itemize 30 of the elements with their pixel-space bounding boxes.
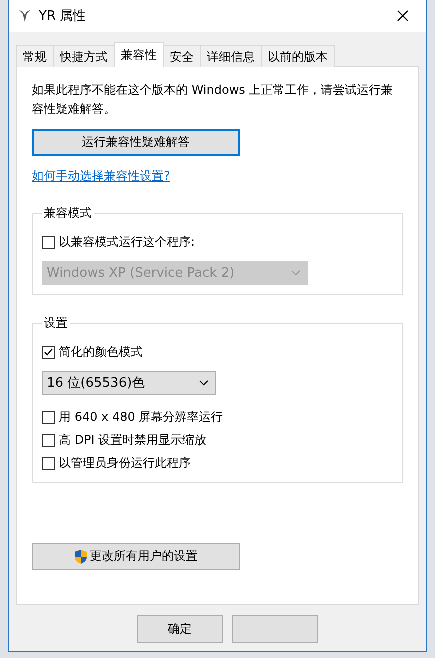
checkbox-label: 高 DPI 设置时禁用显示缩放 (59, 432, 207, 449)
tab[interactable]: 常规 (16, 45, 54, 67)
tab[interactable]: 兼容性 (114, 42, 164, 67)
dropdown[interactable]: 16 位(65536)色 (42, 371, 216, 395)
close-icon[interactable] (397, 10, 409, 22)
checkbox[interactable] (42, 411, 55, 424)
help-link[interactable]: 如何手动选择兼容性设置? (32, 168, 170, 185)
checkbox[interactable] (42, 457, 55, 470)
description-text: 如果此程序不能在这个版本的 Windows 上正常工作，请尝试运行兼容性疑难解答。 (32, 82, 394, 118)
checkbox-label: 以管理员身份运行此程序 (59, 455, 191, 472)
group-title: 设置 (43, 315, 69, 332)
checkbox[interactable] (42, 236, 55, 249)
window-title: YR 属性 (39, 8, 88, 25)
tab[interactable]: 安全 (163, 45, 201, 67)
app-icon (17, 8, 33, 24)
dialog-button[interactable]: 确定 (137, 615, 223, 643)
checkbox-label: 用 640 x 480 屏幕分辨率运行 (59, 409, 224, 426)
group-title: 兼容模式 (43, 205, 93, 222)
all-users-button[interactable]: 更改所有用户的设置 (32, 543, 240, 570)
troubleshoot-button[interactable]: 运行兼容性疑难解答 (32, 129, 240, 156)
checkbox-label: 简化的颜色模式 (59, 344, 143, 361)
tab[interactable]: 快捷方式 (53, 45, 115, 67)
checkbox[interactable] (42, 434, 55, 447)
shield-icon (74, 548, 88, 564)
checkbox[interactable] (42, 346, 55, 359)
chevron-icon (199, 380, 209, 386)
checkbox-label: 以兼容模式运行这个程序: (59, 234, 196, 251)
tab[interactable]: 以前的版本 (261, 45, 335, 67)
chevron-icon (291, 270, 301, 276)
tab[interactable]: 详细信息 (200, 45, 262, 67)
